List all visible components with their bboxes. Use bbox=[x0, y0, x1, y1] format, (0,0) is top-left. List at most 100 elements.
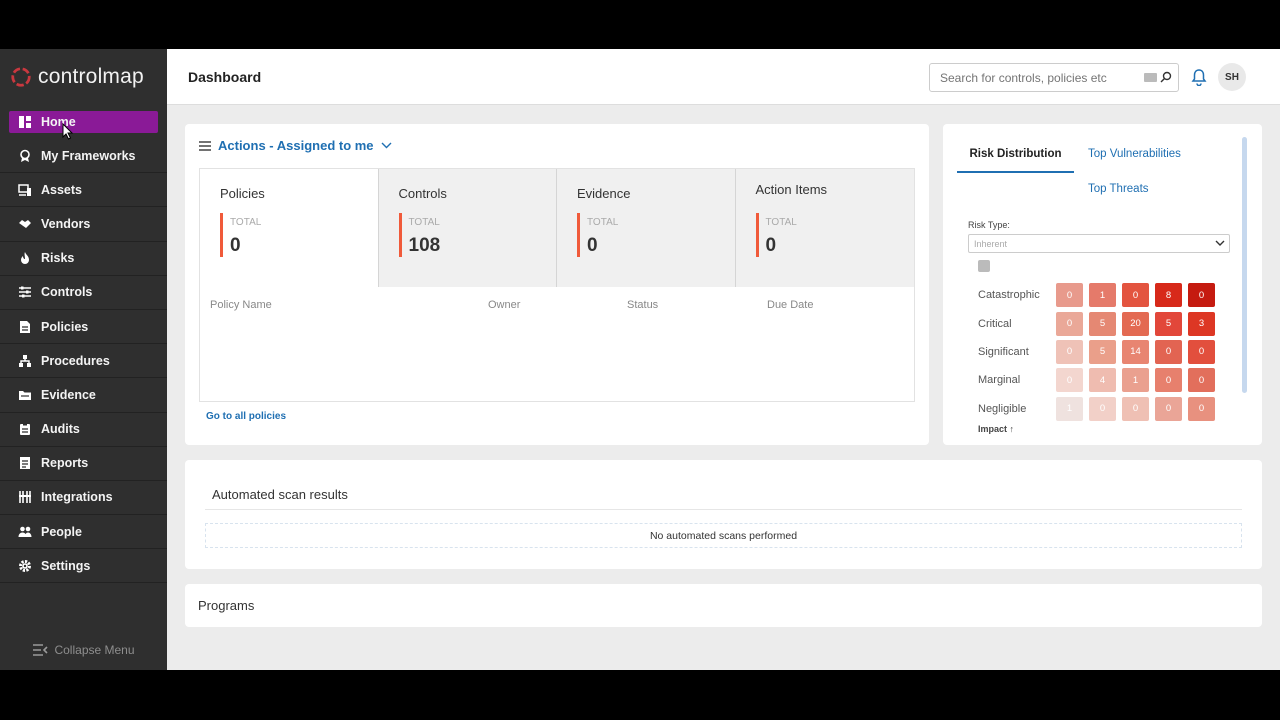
tile-title: Policies bbox=[220, 186, 265, 201]
programs-card: Programs bbox=[185, 584, 1262, 627]
matrix-row: Significant 0 5 14 0 0 bbox=[978, 338, 1221, 366]
tile-total-label: TOTAL bbox=[587, 217, 619, 228]
matrix-cell[interactable]: 0 bbox=[1056, 311, 1083, 336]
matrix-cell[interactable]: 4 bbox=[1089, 368, 1116, 393]
matrix-row-label: Catastrophic bbox=[978, 289, 1040, 302]
chevron-down-icon bbox=[381, 142, 392, 149]
matrix-cell[interactable]: 5 bbox=[1155, 311, 1182, 336]
risk-type-value: Inherent bbox=[974, 238, 1008, 249]
flame-icon bbox=[21, 252, 29, 265]
go-to-all-policies-link[interactable]: Go to all policies bbox=[206, 411, 286, 422]
sidebar-item-controls[interactable]: Controls bbox=[0, 276, 167, 310]
keyboard-icon bbox=[1144, 72, 1157, 82]
matrix-cell[interactable]: 0 bbox=[1155, 368, 1182, 393]
tile-total-label: TOTAL bbox=[408, 217, 440, 228]
tile-total-value: 0 bbox=[587, 235, 598, 256]
matrix-cell[interactable]: 5 bbox=[1089, 339, 1116, 364]
tile-accent-bar bbox=[755, 213, 759, 257]
sidebar-item-integrations[interactable]: Integrations bbox=[0, 481, 167, 516]
matrix-cell[interactable]: 0 bbox=[1188, 339, 1215, 364]
folder-icon bbox=[19, 390, 31, 400]
notification-bell-icon[interactable] bbox=[1191, 68, 1207, 86]
summary-tile-action-items[interactable]: Action Items TOTAL 0 bbox=[735, 169, 914, 287]
brand-logo[interactable]: controlmap bbox=[0, 49, 167, 105]
policy-table-header: Policy Name Owner Status Due Date bbox=[200, 287, 914, 323]
matrix-cell[interactable]: 0 bbox=[1122, 283, 1149, 308]
top-header: Dashboard SH bbox=[167, 49, 1280, 105]
matrix-cell[interactable]: 0 bbox=[1155, 339, 1182, 364]
actions-filter-dropdown[interactable]: Actions - Assigned to me bbox=[199, 138, 392, 153]
tab-top-vulnerabilities[interactable]: Top Vulnerabilities bbox=[1088, 148, 1181, 160]
tile-total-label: TOTAL bbox=[765, 217, 797, 228]
matrix-options-icon[interactable] bbox=[978, 260, 990, 272]
matrix-cell[interactable]: 3 bbox=[1188, 311, 1215, 336]
sidebar-item-evidence[interactable]: Evidence bbox=[0, 378, 167, 413]
summary-tile-policies[interactable]: Policies TOTAL 0 bbox=[200, 169, 379, 287]
tile-total-value: 0 bbox=[230, 235, 241, 256]
matrix-cell[interactable]: 5 bbox=[1089, 311, 1116, 336]
matrix-cell[interactable]: 0 bbox=[1089, 396, 1116, 421]
matrix-row: Marginal 0 4 1 0 0 bbox=[978, 366, 1221, 394]
sidebar-item-label: Vendors bbox=[41, 216, 91, 231]
column-status[interactable]: Status bbox=[627, 299, 658, 311]
column-due-date[interactable]: Due Date bbox=[767, 299, 813, 311]
matrix-cell[interactable]: 1 bbox=[1056, 396, 1083, 421]
column-owner[interactable]: Owner bbox=[488, 299, 520, 311]
summary-tile-evidence[interactable]: Evidence TOTAL 0 bbox=[557, 169, 736, 287]
matrix-cell[interactable]: 14 bbox=[1122, 339, 1149, 364]
matrix-cell[interactable]: 0 bbox=[1188, 368, 1215, 393]
sidebar-item-label: Assets bbox=[41, 182, 82, 197]
automated-scans-card: Automated scan results No automated scan… bbox=[185, 460, 1262, 569]
sidebar-item-label: Reports bbox=[41, 456, 89, 471]
sidebar-nav: Home My Frameworks Assets Vendors Risks Contr… bbox=[0, 111, 167, 584]
sidebar-item-procedures[interactable]: Procedures bbox=[0, 344, 167, 379]
search-box[interactable] bbox=[929, 63, 1179, 92]
sidebar: controlmap Home My Frameworks Assets Vendor… bbox=[0, 49, 167, 670]
impact-axis-label: Impact ↑ bbox=[978, 424, 1015, 434]
sidebar-item-policies[interactable]: Policies bbox=[0, 310, 167, 345]
matrix-row: Catastrophic 0 1 0 8 0 bbox=[978, 281, 1221, 309]
collapse-menu-button[interactable]: Collapse Menu bbox=[0, 640, 167, 660]
matrix-row-label: Significant bbox=[978, 345, 1029, 358]
sidebar-item-vendors[interactable]: Vendors bbox=[0, 207, 167, 242]
tab-top-threats[interactable]: Top Threats bbox=[1088, 183, 1149, 195]
risk-type-label: Risk Type: bbox=[968, 220, 1010, 230]
integrations-icon bbox=[19, 491, 31, 504]
matrix-cell[interactable]: 0 bbox=[1056, 339, 1083, 364]
tab-risk-distribution[interactable]: Risk Distribution bbox=[957, 148, 1074, 173]
user-avatar[interactable]: SH bbox=[1218, 63, 1246, 91]
actions-summary: Policies TOTAL 0 Controls TOTAL 108 Evidence TO… bbox=[199, 168, 915, 402]
sidebar-item-risks[interactable]: Risks bbox=[0, 242, 167, 276]
actions-title: Actions - Assigned to me bbox=[218, 138, 374, 153]
summary-tile-controls[interactable]: Controls TOTAL 108 bbox=[378, 169, 557, 287]
sidebar-item-my-frameworks[interactable]: My Frameworks bbox=[0, 139, 167, 174]
sidebar-item-people[interactable]: People bbox=[0, 515, 167, 550]
sidebar-item-home[interactable]: Home bbox=[9, 111, 158, 133]
mouse-cursor-icon bbox=[62, 123, 74, 140]
brand-name: controlmap bbox=[38, 65, 144, 88]
matrix-cell[interactable]: 0 bbox=[1155, 396, 1182, 421]
sidebar-item-assets[interactable]: Assets bbox=[0, 173, 167, 208]
programs-title: Programs bbox=[198, 598, 255, 613]
column-policy-name[interactable]: Policy Name bbox=[210, 299, 272, 311]
sidebar-item-label: Procedures bbox=[41, 353, 110, 368]
matrix-cell[interactable]: 0 bbox=[1188, 396, 1215, 421]
tile-accent-bar bbox=[577, 213, 580, 257]
sidebar-item-settings[interactable]: Settings bbox=[0, 549, 167, 584]
matrix-cell[interactable]: 0 bbox=[1056, 368, 1083, 393]
search-input[interactable] bbox=[930, 64, 1130, 91]
matrix-cell[interactable]: 1 bbox=[1122, 368, 1149, 393]
matrix-cell[interactable]: 0 bbox=[1188, 283, 1215, 308]
matrix-cell[interactable]: 1 bbox=[1089, 283, 1116, 308]
matrix-cell[interactable]: 0 bbox=[1122, 396, 1149, 421]
matrix-cell[interactable]: 8 bbox=[1155, 283, 1182, 308]
actions-card: Actions - Assigned to me Policies TOTAL 0 C… bbox=[185, 124, 929, 445]
sidebar-item-reports[interactable]: Reports bbox=[0, 447, 167, 481]
sidebar-item-label: People bbox=[41, 524, 82, 539]
matrix-cell[interactable]: 0 bbox=[1056, 283, 1083, 308]
matrix-cell[interactable]: 20 bbox=[1122, 311, 1149, 336]
risk-scrollbar[interactable] bbox=[1242, 137, 1247, 393]
sidebar-item-audits[interactable]: Audits bbox=[0, 413, 167, 447]
risk-type-select[interactable]: Inherent bbox=[968, 234, 1230, 253]
search-icon[interactable] bbox=[1160, 71, 1172, 83]
